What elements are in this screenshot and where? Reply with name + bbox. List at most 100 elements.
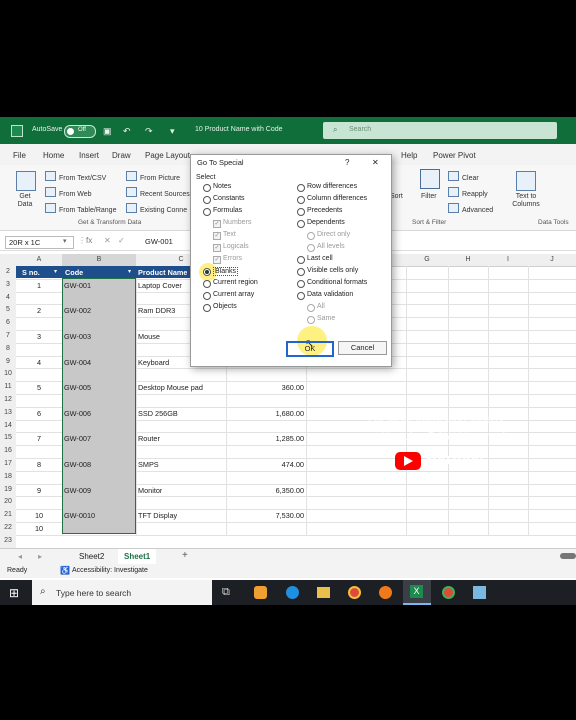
cell-code[interactable]: GW-007 [64,434,91,443]
cell-code[interactable]: GW-008 [64,460,91,469]
fx-button[interactable]: fx [86,236,92,245]
advanced-button[interactable]: Advanced [448,203,493,214]
cell-code[interactable]: GW-004 [64,358,91,367]
selection-range[interactable] [62,278,136,534]
horizontal-scrollbar[interactable] [560,553,576,559]
cell-code[interactable]: GW-009 [64,486,91,495]
all-radio[interactable] [307,304,315,312]
row-header[interactable]: 17 [0,458,16,472]
all-levels-radio[interactable] [307,244,315,252]
cell-code[interactable]: GW-003 [64,332,91,341]
cell-price[interactable]: 6,350.00 [226,486,304,495]
cell-product[interactable]: TFT Display [138,511,177,520]
filter-icon[interactable] [420,169,440,189]
filter-button[interactable]: Filter [421,193,437,200]
from-web-button[interactable]: From Web [45,187,92,198]
close-button[interactable]: ✕ [372,158,379,167]
row-header[interactable]: 2 [0,266,16,280]
cell-sno[interactable]: 10 [16,524,62,533]
cell-product[interactable]: SSD 256GB [138,409,178,418]
header-sno[interactable]: S no. [22,268,40,277]
column-differences-radio[interactable] [297,196,305,204]
row-header[interactable]: 4 [0,291,16,306]
cell-product[interactable]: Mouse [138,332,160,341]
cell-code[interactable]: GW-002 [64,306,91,315]
cell-product[interactable]: Monitor [138,486,162,495]
cancel-button[interactable]: Cancel [338,341,387,355]
row-header[interactable]: 12 [0,394,16,408]
firefox-icon[interactable] [379,586,392,599]
reapply-button[interactable]: Reapply [448,187,488,198]
taskbar-search[interactable]: ⌕ Type here to search [32,580,212,605]
name-box-dropdown-icon[interactable]: ▾ [63,237,67,245]
row-header[interactable]: 13 [0,406,16,421]
cell-sno[interactable]: 10 [16,511,62,520]
constants-radio[interactable] [203,196,211,204]
column-header-i[interactable]: I [488,254,529,267]
task-view-icon[interactable]: ⧉ [222,586,230,599]
cancel-icon[interactable]: ✕ [104,236,111,245]
data-validation-radio[interactable] [297,292,305,300]
same-radio[interactable] [307,316,315,324]
column-header-h[interactable]: H [448,254,489,267]
windows-start-icon[interactable]: ⊞ [9,586,19,600]
edge-icon[interactable] [286,586,299,599]
row-header[interactable]: 10 [0,368,16,383]
row-header[interactable]: 8 [0,342,16,357]
chrome-icon[interactable] [348,586,361,599]
existing-connections-button[interactable]: Existing Conne [126,203,187,214]
menu-file[interactable]: File [13,151,26,160]
enter-icon[interactable]: ✓ [118,236,125,245]
text-to-columns-button[interactable]: Text to Columns [508,193,544,209]
filter-dropdown-icon[interactable]: ▾ [54,268,57,275]
row-header[interactable]: 5 [0,304,16,319]
get-data-button[interactable]: Get Data [12,193,38,209]
cell-code[interactable]: GW-006 [64,409,91,418]
menu-draw[interactable]: Draw [112,151,131,160]
numbers-checkbox[interactable]: ✓ [213,220,221,228]
ok-button[interactable]: OK [286,341,334,357]
copilot-icon[interactable] [254,586,267,599]
cell-code[interactable]: GW-0010 [64,511,95,520]
last-cell-radio[interactable] [297,256,305,264]
cell-sno[interactable]: 8 [16,460,62,469]
column-header-g[interactable]: G [406,254,449,267]
current-array-radio[interactable] [203,292,211,300]
next-sheet-icon[interactable]: ▸ [38,552,42,561]
menu-help[interactable]: Help [401,151,417,160]
blanks-radio[interactable] [203,268,211,276]
column-header-j[interactable]: J [528,254,576,267]
cell-price[interactable]: 7,530.00 [226,511,304,520]
row-header[interactable]: 19 [0,483,16,498]
row-header[interactable]: 20 [0,496,16,511]
header-product-name[interactable]: Product Name [138,268,187,277]
add-sheet-button[interactable]: + [182,550,188,561]
chrome-icon[interactable] [442,586,455,599]
logicals-checkbox[interactable]: ✓ [213,244,221,252]
cell-sno[interactable]: 7 [16,434,62,443]
excel-taskbar-button[interactable]: X [403,580,431,605]
visible-cells-only-radio[interactable] [297,268,305,276]
cell-sno[interactable]: 9 [16,486,62,495]
row-header[interactable]: 18 [0,470,16,485]
tab-sheet2[interactable]: Sheet2 [79,552,104,561]
current-region-radio[interactable] [203,280,211,288]
cell-price[interactable]: 1,285.00 [226,434,304,443]
notepad-icon[interactable] [473,586,486,599]
row-header[interactable]: 16 [0,445,16,459]
cell-product[interactable]: Desktop Mouse pad [138,383,203,392]
cell-product[interactable]: Router [138,434,160,443]
menu-home[interactable]: Home [43,151,64,160]
cell-product[interactable]: Laptop Cover [138,281,182,290]
file-explorer-icon[interactable] [317,587,330,598]
menu-insert[interactable]: Insert [79,151,99,160]
conditional-formats-radio[interactable] [297,280,305,288]
get-data-icon[interactable] [16,171,36,191]
row-header[interactable]: 9 [0,355,16,370]
cell-sno[interactable]: 2 [16,306,62,315]
formulas-radio[interactable] [203,208,211,216]
row-header[interactable]: 14 [0,419,16,434]
row-header[interactable]: 3 [0,278,16,293]
cell-product[interactable]: Ram DDR3 [138,306,175,315]
row-header[interactable]: 23 [0,534,16,549]
